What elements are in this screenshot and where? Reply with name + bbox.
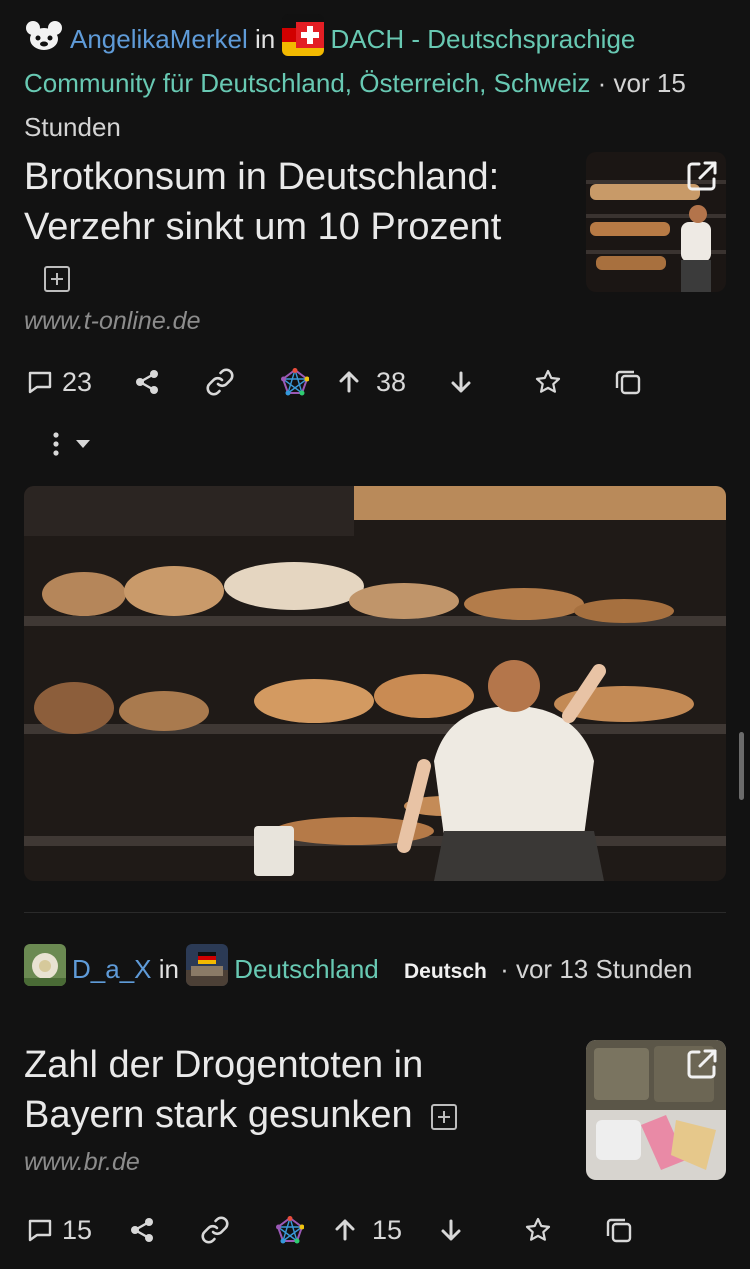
upvote-icon	[332, 1217, 358, 1243]
post-domain[interactable]: www.t-online.de	[24, 307, 200, 336]
more-actions-row	[0, 422, 750, 466]
post-title[interactable]: Brotkonsum in Deutschland: Verzehr sinkt…	[24, 152, 564, 252]
upvote-button[interactable]: 38	[336, 360, 406, 404]
more-button[interactable]	[44, 422, 92, 466]
in-label: in	[158, 954, 179, 984]
post-title-text: Zahl der Drogentoten in Bayern stark ges…	[24, 1044, 424, 1136]
community-link[interactable]: Deutschland	[234, 954, 379, 984]
comments-button[interactable]: 15	[26, 1208, 92, 1252]
link-icon	[200, 1215, 230, 1245]
copy-link-button[interactable]	[200, 1208, 230, 1252]
save-button[interactable]	[524, 1208, 552, 1252]
expand-button[interactable]	[44, 266, 70, 292]
downvote-button[interactable]	[448, 360, 474, 404]
downvote-icon	[448, 369, 474, 395]
community-avatar[interactable]	[282, 14, 325, 56]
copy-icon	[613, 367, 643, 397]
share-button[interactable]	[133, 360, 161, 404]
external-link-icon	[684, 1046, 720, 1087]
copy-icon	[604, 1215, 634, 1245]
comment-icon	[26, 368, 54, 396]
user-avatar[interactable]	[24, 944, 66, 986]
fediverse-button[interactable]	[281, 360, 309, 404]
expand-icon[interactable]	[431, 1103, 458, 1130]
post-title[interactable]: Zahl der Drogentoten in Bayern stark ges…	[24, 1040, 544, 1140]
comments-button[interactable]: 23	[26, 360, 92, 404]
link-icon	[205, 367, 235, 397]
upvote-icon	[336, 369, 362, 395]
fediverse-button[interactable]	[276, 1208, 304, 1252]
downvote-icon	[438, 1217, 464, 1243]
in-label: in	[254, 24, 276, 54]
post-thumbnail[interactable]	[586, 1040, 726, 1180]
downvote-button[interactable]	[438, 1208, 464, 1252]
user-avatar[interactable]	[24, 16, 64, 56]
post-card: AngelikaMerkel in DACH - Deutschsprachig…	[0, 0, 750, 900]
language-badge: Deutsch	[404, 960, 487, 983]
share-icon	[128, 1216, 156, 1244]
share-icon	[133, 368, 161, 396]
score: 38	[376, 366, 407, 397]
scrollbar[interactable]	[739, 732, 744, 800]
comment-count: 15	[62, 1214, 93, 1245]
external-link-icon	[684, 158, 720, 199]
post-thumbnail[interactable]	[586, 152, 726, 292]
share-button[interactable]	[128, 1208, 156, 1252]
comment-icon	[26, 1216, 54, 1244]
post-actions: 15 15	[0, 1208, 750, 1252]
post-domain[interactable]: www.br.de	[24, 1148, 140, 1177]
upvote-button[interactable]: 15	[332, 1208, 402, 1252]
post-meta: D_a_X in Deutschland Deutsch · vor 13 St…	[24, 944, 724, 994]
crosspost-button[interactable]	[604, 1208, 634, 1252]
star-icon	[524, 1216, 552, 1244]
score: 15	[372, 1214, 403, 1245]
post-card: D_a_X in Deutschland Deutsch · vor 13 St…	[0, 912, 750, 1269]
post-meta: AngelikaMerkel in DACH - Deutschsprachig…	[24, 14, 724, 149]
fediverse-icon	[281, 368, 309, 396]
save-button[interactable]	[534, 360, 562, 404]
dropdown-icon	[74, 438, 92, 450]
star-icon	[534, 368, 562, 396]
post-actions: 23 38	[0, 360, 750, 404]
post-image[interactable]	[24, 486, 726, 881]
crosspost-button[interactable]	[613, 360, 643, 404]
copy-link-button[interactable]	[205, 360, 235, 404]
post-time: · vor 13 Stunden	[500, 954, 693, 984]
author-link[interactable]: D_a_X	[72, 954, 152, 984]
community-avatar[interactable]	[186, 944, 229, 986]
comment-count: 23	[62, 366, 93, 397]
fediverse-icon	[276, 1216, 304, 1244]
author-link[interactable]: AngelikaMerkel	[70, 24, 248, 54]
more-icon	[44, 430, 68, 458]
expand-icon	[44, 266, 70, 292]
